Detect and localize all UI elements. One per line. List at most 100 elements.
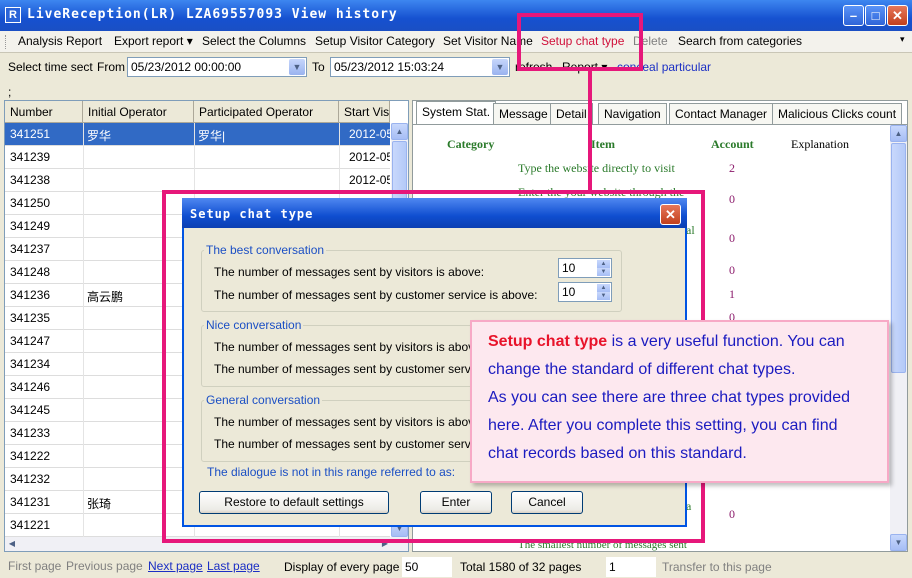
separator-text: ;: [8, 85, 12, 99]
page-size-input[interactable]: 50: [402, 557, 452, 577]
dialog-titlebar: Setup chat type ✕: [182, 198, 687, 228]
tab-malicious-clicks[interactable]: Malicious Clicks count: [772, 103, 903, 124]
tab-message[interactable]: Message: [493, 103, 554, 124]
stats-account: 1: [729, 287, 735, 301]
close-icon[interactable]: ✕: [660, 204, 681, 225]
close-icon[interactable]: ✕: [887, 5, 908, 26]
scroll-thumb[interactable]: [891, 143, 906, 373]
chevron-down-icon[interactable]: ▼: [289, 59, 305, 75]
column-header-start-visit[interactable]: Start Visit: [339, 101, 390, 123]
column-divider: [83, 445, 84, 468]
tab-detail[interactable]: Detail: [550, 103, 593, 124]
analysis-report-button[interactable]: Analysis Report: [18, 34, 102, 48]
page-number-input[interactable]: 1: [606, 557, 656, 577]
column-divider: [194, 169, 195, 192]
chevron-down-icon[interactable]: ▾: [900, 34, 905, 45]
to-label: To: [312, 60, 325, 74]
tab-system-stat[interactable]: System Stat.: [416, 101, 497, 124]
table-cell-initial: 张琦: [87, 497, 112, 511]
column-divider: [83, 192, 84, 215]
chevron-down-icon[interactable]: ▼: [597, 268, 610, 276]
column-divider: [83, 284, 84, 307]
last-page-link[interactable]: Last page: [207, 559, 260, 573]
chevron-up-icon[interactable]: ▲: [597, 284, 610, 292]
to-date-picker[interactable]: 05/23/2012 15:03:24 ▼: [330, 57, 510, 77]
stats-item: Type the website directly to visit: [518, 161, 675, 175]
range-note: The dialogue is not in this range referr…: [207, 465, 456, 479]
callout-text: is a very useful function. You can: [607, 333, 845, 350]
column-header-initial-operator[interactable]: Initial Operator: [83, 101, 194, 123]
highlight-connector: [588, 71, 592, 191]
cancel-button[interactable]: Cancel: [511, 491, 583, 514]
from-label: From: [97, 60, 125, 74]
table-cell-participated: 罗华|: [198, 129, 226, 143]
column-divider: [83, 123, 84, 146]
scroll-up-icon[interactable]: ▲: [391, 123, 408, 140]
enter-button[interactable]: Enter: [420, 491, 492, 514]
restore-defaults-button[interactable]: Restore to default settings: [199, 491, 389, 514]
transfer-page-button[interactable]: Transfer to this page: [662, 560, 772, 574]
toolbar-highlight-frame: [517, 13, 643, 71]
chevron-down-icon[interactable]: ▼: [597, 292, 610, 300]
stats-scrollbar[interactable]: ▲ ▼: [890, 125, 907, 551]
tab-contact-manager[interactable]: Contact Manager: [669, 103, 774, 124]
table-cell-number: 341247: [10, 334, 51, 348]
table-cell-number: 341234: [10, 357, 51, 371]
annotation-callout: Setup chat type is a very useful functio…: [470, 320, 889, 483]
table-cell-number: 341237: [10, 242, 51, 256]
table-cell-number: 341246: [10, 380, 51, 394]
next-page-link[interactable]: Next page: [148, 559, 203, 573]
select-columns-button[interactable]: Select the Columns: [202, 34, 306, 48]
previous-page-link: Previous page: [66, 559, 143, 573]
column-divider: [339, 123, 340, 146]
visitor-messages-stepper[interactable]: 10 ▲ ▼: [558, 258, 612, 278]
table-cell-initial: 罗华: [87, 129, 112, 143]
column-divider: [83, 238, 84, 261]
column-divider: [339, 146, 340, 169]
table-row[interactable]: 341238 2012-05: [5, 169, 390, 192]
page-size-value: 50: [405, 560, 419, 574]
table-row[interactable]: 341251 罗华 罗华| 2012-05: [5, 123, 390, 146]
column-divider: [83, 169, 84, 192]
table-row[interactable]: 341239 2012-05: [5, 146, 390, 169]
scroll-left-icon[interactable]: ◀: [5, 537, 19, 551]
column-divider: [83, 491, 84, 514]
table-cell-initial: 高云鹏: [87, 290, 124, 304]
stats-header-account: Account: [711, 137, 754, 151]
stats-account: 2: [729, 161, 735, 175]
chevron-up-icon[interactable]: ▲: [597, 260, 610, 268]
table-cell-number: 341233: [10, 426, 51, 440]
column-divider: [194, 123, 195, 146]
visitor-messages-label: The number of messages sent by visitors …: [214, 415, 485, 429]
column-divider: [83, 353, 84, 376]
stats-account: 0: [729, 263, 735, 277]
search-categories-button[interactable]: Search from categories: [678, 34, 802, 48]
table-cell-number: 341248: [10, 265, 51, 279]
column-divider: [194, 146, 195, 169]
from-date-picker[interactable]: 05/23/2012 00:00:00 ▼: [127, 57, 307, 77]
total-pages-label: Total 1580 of 32 pages: [460, 560, 582, 574]
column-header-participated-operator[interactable]: Participated Operator: [194, 101, 339, 123]
chevron-down-icon[interactable]: ▼: [492, 59, 508, 75]
table-cell-number: 341235: [10, 311, 51, 325]
window-title: LiveReception(LR) LZA69557093 View histo…: [27, 7, 398, 22]
page-number-value: 1: [609, 560, 616, 574]
service-messages-stepper[interactable]: 10 ▲ ▼: [558, 282, 612, 302]
visitor-messages-label: The number of messages sent by visitors …: [214, 340, 485, 354]
tab-navigation[interactable]: Navigation: [598, 103, 667, 124]
column-divider: [83, 215, 84, 238]
setup-visitor-category-button[interactable]: Setup Visitor Category: [315, 34, 435, 48]
maximize-icon[interactable]: □: [865, 5, 886, 26]
scroll-down-icon[interactable]: ▼: [890, 534, 907, 551]
table-cell-number: 341245: [10, 403, 51, 417]
table-cell-number: 341222: [10, 449, 51, 463]
callout-line: chat records based on this standard.: [488, 445, 747, 462]
minimize-icon[interactable]: –: [843, 5, 864, 26]
callout-line: Setup chat type is a very useful functio…: [488, 328, 878, 356]
visitor-messages-label: The number of messages sent by visitors …: [214, 265, 485, 279]
column-header-number[interactable]: Number: [5, 101, 83, 123]
export-report-button[interactable]: Export report ▾: [114, 34, 193, 48]
stats-account: 0: [729, 231, 735, 245]
column-divider: [83, 514, 84, 537]
scroll-up-icon[interactable]: ▲: [890, 125, 907, 142]
